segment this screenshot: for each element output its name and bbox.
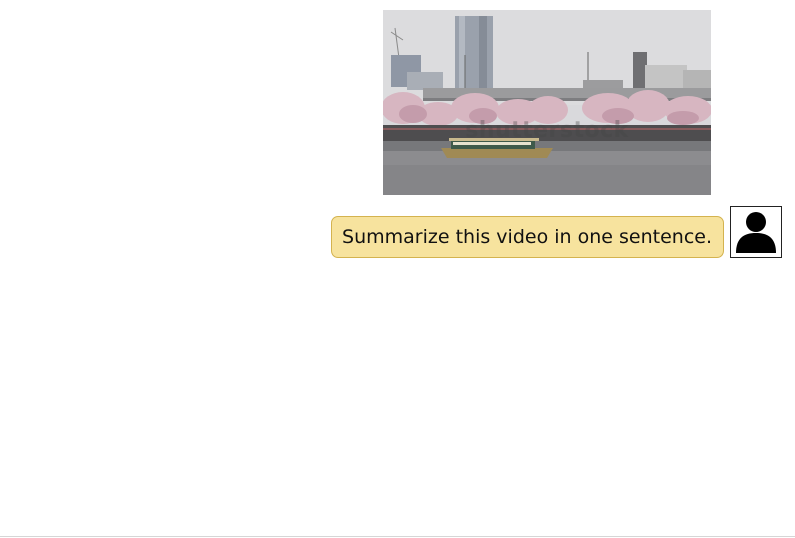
divider — [0, 536, 795, 537]
user-avatar — [730, 206, 782, 258]
watermark-text: shutterstock — [465, 118, 629, 143]
video-frame-image — [383, 10, 711, 195]
user-message-row: Summarize this video in one sentence. — [331, 206, 782, 258]
user-message-bubble: Summarize this video in one sentence. — [331, 216, 724, 258]
video-thumbnail[interactable]: shutterstock — [383, 10, 711, 195]
user-silhouette-icon — [736, 212, 776, 253]
chat-page: shutterstock Summarize this video in one… — [0, 0, 795, 538]
